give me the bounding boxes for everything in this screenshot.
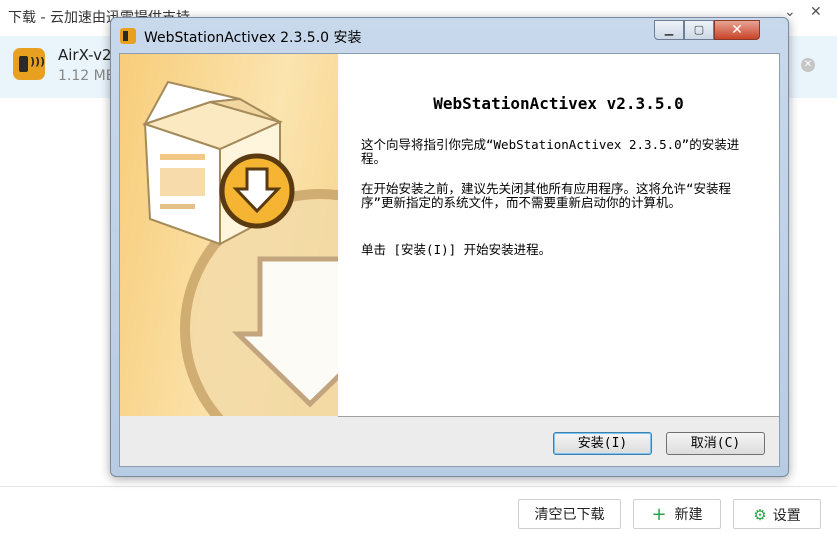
clear-label: 清空已下载 <box>534 507 605 523</box>
gear-icon: ⚙ <box>753 506 767 524</box>
file-size: 1.12 MB <box>58 68 116 84</box>
app-icon <box>120 28 136 44</box>
box-download-illustration <box>141 80 338 416</box>
file-name: AirX-v2 <box>58 46 112 64</box>
click-install-text: 单击 [安装(I)] 开始安装进程。 <box>361 242 552 257</box>
intro-text: 这个向导将指引你完成“WebStationActivex 2.3.5.0”的安装… <box>361 137 740 166</box>
installer-body: WebStationActivex v2.3.5.0 这个向导将指引你完成“We… <box>119 53 780 467</box>
plus-icon: + <box>651 504 667 525</box>
settings-label: 设置 <box>772 508 801 524</box>
cancel-button[interactable]: 取消(C) <box>666 432 765 455</box>
close-apps-text: 在开始安装之前，建议先关闭其他所有应用程序。这将允许“安装程序”更新指定的系统文… <box>361 181 732 210</box>
settings-button[interactable]: ⚙ 设置 <box>733 499 821 529</box>
minimize-button[interactable]: ▁ <box>654 20 684 40</box>
download-footer: 清空已下载 + 新建 ⚙ 设置 <box>0 486 837 539</box>
installer-window: WebStationActivex 2.3.5.0 安装 ▁ ▢ ✕ WebSt… <box>110 17 789 477</box>
install-button[interactable]: 安装(I) <box>553 432 652 455</box>
installer-heading: WebStationActivex v2.3.5.0 <box>433 94 684 113</box>
window-close-button[interactable]: ✕ <box>714 20 760 40</box>
new-download-button[interactable]: + 新建 <box>633 499 721 529</box>
remove-item-icon[interactable]: ✕ <box>801 58 815 72</box>
maximize-button[interactable]: ▢ <box>684 20 714 40</box>
new-label: 新建 <box>674 507 703 523</box>
clear-downloaded-button[interactable]: 清空已下载 <box>518 499 621 529</box>
radio-app-icon <box>13 48 45 80</box>
window-title: WebStationActivex 2.3.5.0 安装 <box>144 30 362 46</box>
close-icon[interactable]: ✕ <box>810 4 822 20</box>
installer-banner <box>120 54 338 416</box>
installer-content: WebStationActivex v2.3.5.0 这个向导将指引你完成“We… <box>338 54 779 417</box>
